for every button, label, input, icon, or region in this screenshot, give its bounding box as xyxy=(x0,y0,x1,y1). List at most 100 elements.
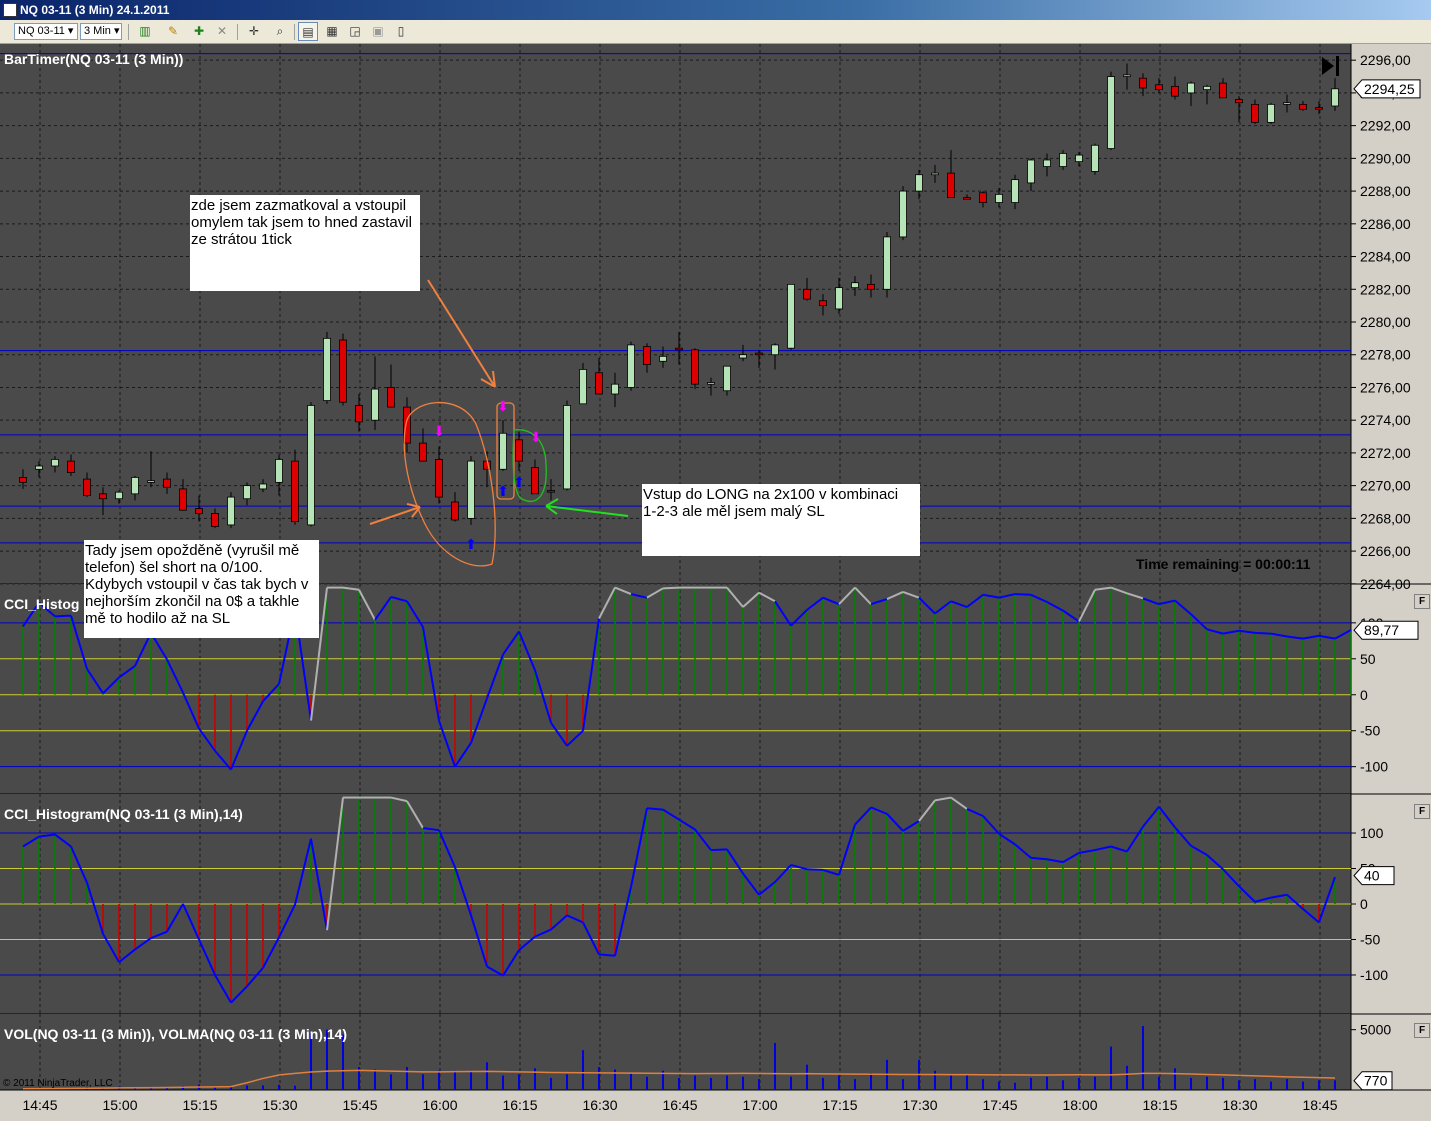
price-axis-label: 2270,00 xyxy=(1360,478,1411,494)
window-title: NQ 03-11 (3 Min) 24.1.2011 xyxy=(20,3,170,17)
candle-body xyxy=(1043,159,1051,167)
cci1-cci-line xyxy=(662,586,680,590)
time-axis-label: 16:00 xyxy=(422,1097,457,1113)
candle-body xyxy=(1235,99,1243,104)
candle-body xyxy=(339,339,347,403)
candle-body xyxy=(307,405,315,526)
annotation-note-long-entry[interactable]: Vstup do LONG na 2x100 v kombinaci 1-2-3… xyxy=(642,484,920,556)
crosshair-icon[interactable]: ✛ xyxy=(242,22,266,41)
window-titlebar: NQ 03-11 (3 Min) 24.1.2011 xyxy=(0,0,1431,20)
time-axis-label: 15:30 xyxy=(262,1097,297,1113)
bar-type-icon[interactable]: ▥ xyxy=(133,22,157,41)
remove-icon[interactable]: ✕ xyxy=(212,22,232,41)
price-axis-label: 2292,00 xyxy=(1360,118,1411,134)
cci1-axis-label: 50 xyxy=(1360,651,1376,667)
candle-body xyxy=(1155,84,1163,91)
window-linking-icon[interactable]: ▯ xyxy=(391,22,411,41)
cci1-cci-line xyxy=(1014,593,1032,596)
price-axis-label: 2282,00 xyxy=(1360,281,1411,297)
candle-body xyxy=(739,354,747,359)
zoom-icon[interactable]: ⌕ xyxy=(270,22,290,41)
candle-body xyxy=(835,287,843,310)
candle-body xyxy=(563,405,571,490)
cci1-axis-label: -50 xyxy=(1360,723,1380,739)
chart-icon[interactable]: ◲ xyxy=(345,22,365,41)
candle-body xyxy=(675,347,683,351)
cci2-cci-line xyxy=(710,848,728,852)
price-axis-label: 2296,00 xyxy=(1360,52,1411,68)
chart-toolbar: NQ 03-11 ▾ 3 Min ▾ ▥ ✎ ✚ ✕ ✛ ⌕ ▤ ▦ ◲ ▣ ▯ xyxy=(0,20,1431,44)
candle-body xyxy=(387,387,395,408)
candle-body xyxy=(243,485,251,500)
properties-icon[interactable]: ▤ xyxy=(298,22,318,41)
cci2-axis-label: 0 xyxy=(1360,896,1368,912)
volume-last-value-label: 770 xyxy=(1364,1073,1388,1089)
candle-body xyxy=(227,496,235,526)
candle-body xyxy=(627,344,635,388)
time-axis-label: 17:15 xyxy=(822,1097,857,1113)
candle-body xyxy=(515,439,523,462)
candle-body xyxy=(755,352,763,356)
candle-body xyxy=(371,388,379,421)
cci2-axis-label: -50 xyxy=(1360,931,1380,947)
panel-float-button[interactable]: F xyxy=(1414,804,1430,819)
candle-body xyxy=(1107,76,1115,149)
scroll-to-end-bar xyxy=(1336,56,1339,76)
cci1-axis-label: -100 xyxy=(1360,759,1388,775)
time-axis-label: 15:15 xyxy=(182,1097,217,1113)
price-axis-label: 2290,00 xyxy=(1360,150,1411,166)
candle-body xyxy=(1251,103,1259,123)
price-panel-title: BarTimer(NQ 03-11 (3 Min)) xyxy=(4,51,184,67)
candle-body xyxy=(195,508,203,514)
cci1-cci-line xyxy=(1254,631,1272,635)
candle-body xyxy=(35,465,43,470)
time-remaining: Time remaining = 00:00:11 xyxy=(1136,556,1311,572)
candle-body xyxy=(819,300,827,307)
price-axis-label: 2280,00 xyxy=(1360,314,1411,330)
app-icon xyxy=(3,3,17,17)
annotation-note-entry-mistake[interactable]: zde jsem zazmatkoval a vstoupil omylem t… xyxy=(190,195,420,291)
candle-body xyxy=(131,477,139,495)
candle-body xyxy=(1011,179,1019,203)
candle-body xyxy=(1123,74,1131,77)
candle-body xyxy=(323,337,331,401)
candle-body xyxy=(99,493,107,500)
price-axis-label: 2264,00 xyxy=(1360,576,1411,592)
candle-body xyxy=(51,459,59,467)
strategies-icon[interactable]: ▦ xyxy=(322,22,342,41)
candle-body xyxy=(851,282,859,289)
candle-body xyxy=(499,432,507,470)
price-axis-label: 2268,00 xyxy=(1360,510,1411,526)
cci1-panel-title: CCI_Histog xyxy=(4,596,80,612)
drawing-tool-icon[interactable]: ✎ xyxy=(161,22,185,41)
candle-body xyxy=(435,459,443,498)
candle-body xyxy=(115,491,123,500)
cci2-panel-title: CCI_Histogram(NQ 03-11 (3 Min),14) xyxy=(4,806,243,822)
add-indicator-icon[interactable]: ✚ xyxy=(189,22,209,41)
panel-float-button[interactable]: F xyxy=(1414,594,1430,609)
period-label: 3 Min xyxy=(84,25,111,37)
candle-body xyxy=(803,288,811,300)
price-axis-label: 2272,00 xyxy=(1360,445,1411,461)
candle-body xyxy=(1267,103,1275,123)
cci1-last-value-label: 89,77 xyxy=(1364,622,1399,638)
candle-body xyxy=(643,346,651,365)
instrument-selector[interactable]: NQ 03-11 ▾ xyxy=(14,23,78,40)
period-selector[interactable]: 3 Min ▾ xyxy=(80,23,122,40)
candle-body xyxy=(67,460,75,473)
cci2-cci-line xyxy=(806,868,824,871)
chart-area[interactable]: 14:45 15:00 15:15 15:30 15:45 16:00 16:15 16:30… xyxy=(0,44,1431,1121)
cci2-last-value-label: 40 xyxy=(1364,868,1380,884)
instrument-label: NQ 03-11 xyxy=(18,25,65,37)
annotation-note-late-short[interactable]: Tady jsem opožděně (vyrušil mě telefon) … xyxy=(84,540,319,638)
signal-arrow-down-icon: ⬇ xyxy=(497,399,509,415)
toolbar-separator xyxy=(294,24,295,40)
candle-body xyxy=(1283,102,1291,105)
panel-float-button[interactable]: F xyxy=(1414,1023,1430,1038)
candle-body xyxy=(1315,107,1323,110)
time-axis-label: 16:15 xyxy=(502,1097,537,1113)
candle-body xyxy=(883,236,891,290)
candle-body xyxy=(963,197,971,200)
data-box-icon[interactable]: ▣ xyxy=(368,22,388,41)
price-axis-label: 2278,00 xyxy=(1360,347,1411,363)
